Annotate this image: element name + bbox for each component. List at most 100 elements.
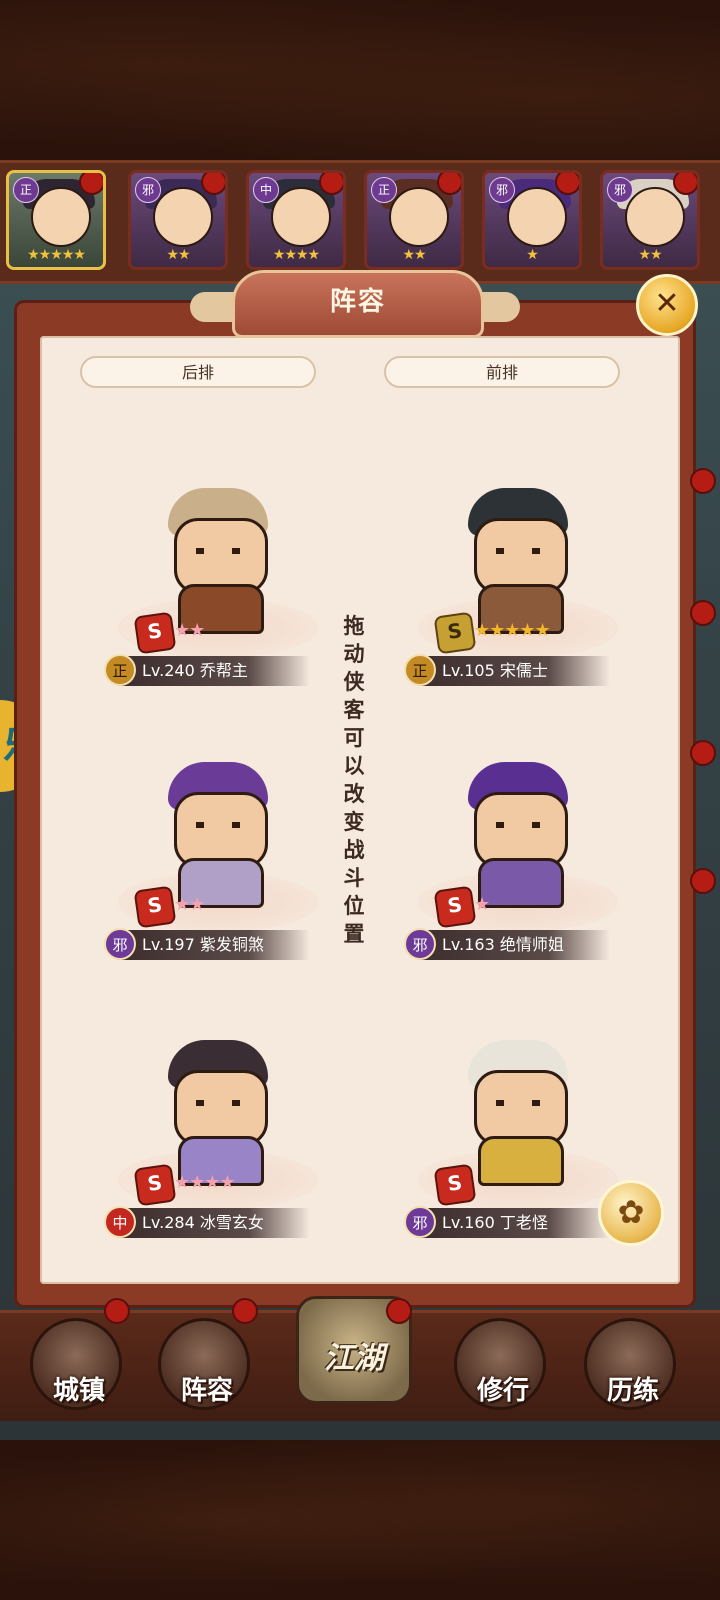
star-rating: ★★ — [166, 247, 190, 263]
stars: ★ — [474, 894, 490, 915]
hero-eyes — [196, 1100, 240, 1106]
rank-badge: S — [433, 885, 477, 929]
hero-eyes — [196, 822, 240, 828]
faction-badge: 邪 — [404, 1206, 436, 1238]
notification-dot — [673, 173, 697, 195]
close-icon[interactable]: ✕ — [636, 274, 698, 336]
nav-lineup-label: 阵容 — [180, 1376, 233, 1406]
star-rating: ★★ — [638, 247, 662, 263]
faction-badge: 中 — [253, 177, 279, 203]
notification-dot — [319, 173, 343, 195]
hero-figure — [458, 762, 578, 908]
stars: ★★ — [174, 620, 205, 641]
hero-level-name: Lv.160 丁老怪 — [406, 1208, 610, 1238]
pin-icon — [690, 468, 716, 494]
hero-head — [474, 518, 568, 594]
faction-badge: 邪 — [607, 177, 633, 203]
lineup-slot[interactable]: S ★★ Lv.197 紫发铜煞邪 — [104, 752, 328, 962]
lineup-slot[interactable]: S Lv.160 丁老怪邪 — [404, 1030, 628, 1240]
rank-badge: S — [433, 1163, 477, 1207]
hero-body — [478, 858, 564, 908]
hero-portrait — [625, 187, 685, 247]
lineup-slot[interactable]: S ★★★★ Lv.284 冰雪玄女中 — [104, 1030, 328, 1240]
hero-figure — [158, 1040, 278, 1186]
faction-badge: 正 — [371, 177, 397, 203]
pin-icon — [690, 600, 716, 626]
hero-card[interactable]: 正 ★★ — [364, 170, 464, 270]
hero-eyes — [496, 822, 540, 828]
star-rating: ★★ — [402, 247, 426, 263]
hero-figure — [458, 1040, 578, 1186]
hero-portrait — [31, 187, 91, 247]
faction-badge: 中 — [104, 1206, 136, 1238]
hero-figure — [458, 488, 578, 634]
star-rating: ★ — [526, 247, 539, 263]
drag-hint: 拖动侠客可以改变战斗位置 — [343, 614, 365, 946]
stars: ★★ — [174, 894, 205, 915]
star-rating: ★★ — [174, 894, 205, 915]
formation-icon[interactable]: ✿ — [598, 1180, 664, 1246]
hero-card[interactable]: 邪 ★ — [482, 170, 582, 270]
nav-town-label: 城镇 — [52, 1376, 105, 1406]
rank-badge: S — [433, 611, 477, 655]
notification-dot — [555, 173, 579, 195]
back-row-label: 后排 — [80, 356, 316, 388]
nav-train-button[interactable]: 历练 — [584, 1318, 676, 1410]
pin-icon — [690, 868, 716, 894]
star-rating: ★ — [474, 894, 490, 915]
top-background — [0, 0, 720, 160]
hero-portrait — [271, 187, 331, 247]
hero-eyes — [496, 1100, 540, 1106]
hero-card[interactable]: 正 ★★★★★ — [6, 170, 106, 270]
hero-portrait — [153, 187, 213, 247]
hero-level-name: Lv.105 宋儒士 — [406, 656, 610, 686]
lineup-slot[interactable]: S ★ Lv.163 绝情师姐邪 — [404, 752, 628, 962]
pin-icon — [690, 740, 716, 766]
hero-figure — [158, 762, 278, 908]
notification-dot — [437, 173, 461, 195]
lineup-slot[interactable]: S ★★★★★ Lv.105 宋儒士正 — [404, 478, 628, 688]
notification-dot — [386, 1298, 412, 1324]
rank-badge: S — [133, 1163, 177, 1207]
notification-dot — [104, 1298, 130, 1324]
hero-level-name: Lv.197 紫发铜煞 — [106, 930, 310, 960]
front-row-label: 前排 — [384, 356, 620, 388]
stars: ★★★★ — [174, 1172, 236, 1193]
hero-head — [174, 1070, 268, 1146]
faction-badge: 邪 — [404, 928, 436, 960]
stars: ★★★★★ — [474, 620, 551, 641]
nav-jianghu-label: 江湖 — [324, 1341, 384, 1376]
hero-portrait — [507, 187, 567, 247]
faction-badge: 邪 — [489, 177, 515, 203]
hero-level-name: Lv.284 冰雪玄女 — [106, 1208, 310, 1238]
hero-eyes — [196, 548, 240, 554]
hero-head — [174, 518, 268, 594]
nav-cultivate-label: 修行 — [476, 1376, 529, 1406]
rank-badge: S — [133, 611, 177, 655]
hero-portrait — [389, 187, 449, 247]
star-rating: ★★★★★ — [474, 620, 551, 641]
hero-head — [474, 792, 568, 868]
hero-card[interactable]: 中 ★★★★ — [246, 170, 346, 270]
hero-card[interactable]: 邪 ★★ — [128, 170, 228, 270]
hero-head — [174, 792, 268, 868]
hero-card[interactable]: 邪 ★★ — [600, 170, 700, 270]
nav-lineup-button[interactable]: 阵容 — [158, 1318, 250, 1410]
nav-town-button[interactable]: 城镇 — [30, 1318, 122, 1410]
hero-level-name: Lv.240 乔帮主 — [106, 656, 310, 686]
hero-eyes — [496, 548, 540, 554]
faction-badge: 正 — [404, 654, 436, 686]
notification-dot — [201, 173, 225, 195]
bottom-background — [0, 1440, 720, 1600]
faction-badge: 正 — [13, 177, 39, 203]
star-rating: ★★ — [174, 620, 205, 641]
notification-dot — [232, 1298, 258, 1324]
faction-badge: 邪 — [135, 177, 161, 203]
star-rating: ★★★★★ — [27, 247, 86, 263]
hero-head — [474, 1070, 568, 1146]
nav-cultivate-button[interactable]: 修行 — [454, 1318, 546, 1410]
lineup-slot[interactable]: S ★★ Lv.240 乔帮主正 — [104, 478, 328, 688]
notification-dot — [79, 173, 103, 195]
nav-train-label: 历练 — [606, 1376, 659, 1406]
hero-body — [478, 1136, 564, 1186]
